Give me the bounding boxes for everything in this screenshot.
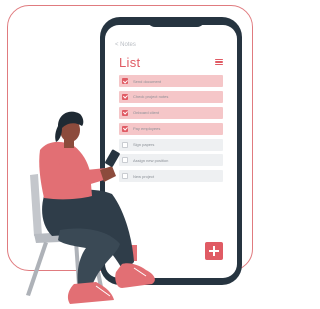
shoe-left bbox=[67, 282, 114, 304]
woman-with-phone-illustration bbox=[26, 111, 155, 304]
shoe-right bbox=[115, 263, 155, 288]
handheld-phone bbox=[105, 149, 120, 167]
